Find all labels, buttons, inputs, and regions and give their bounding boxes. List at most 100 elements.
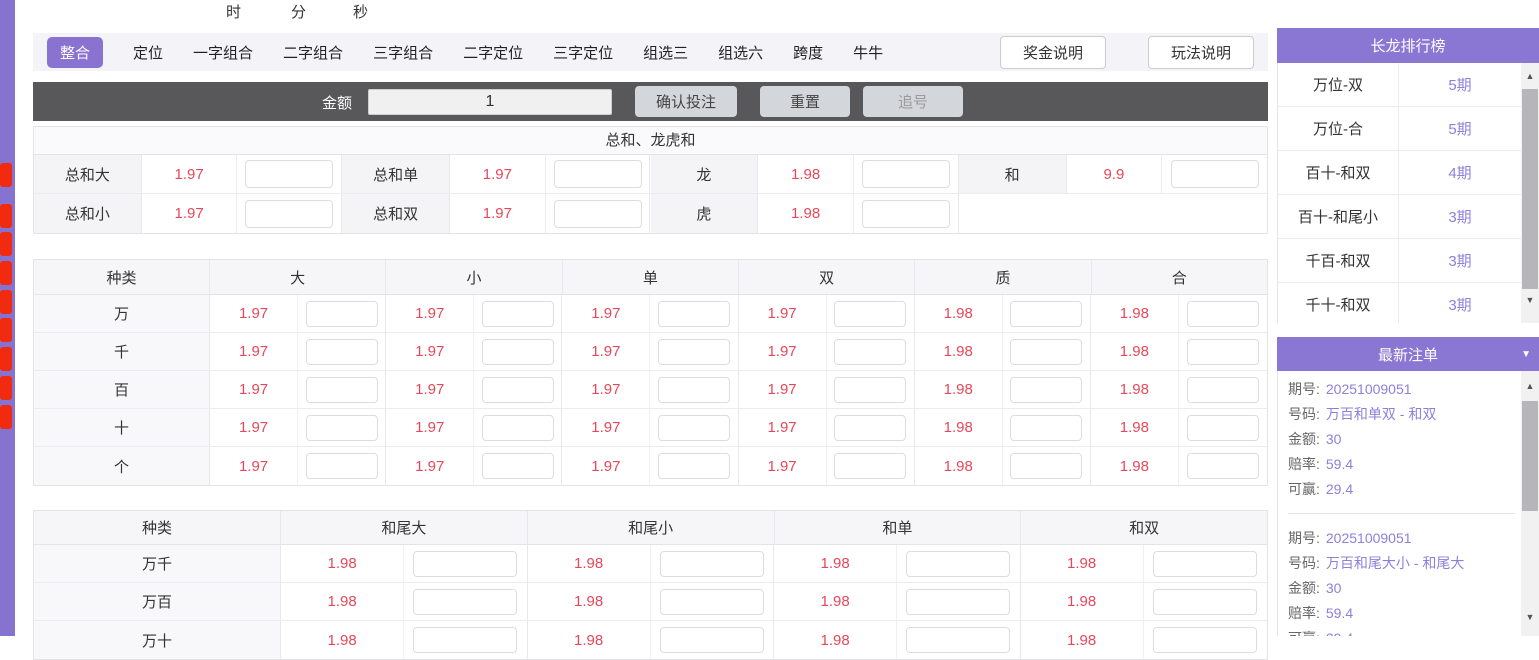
bet-amount-input[interactable]	[306, 301, 378, 327]
bet-amount-input[interactable]	[1010, 377, 1082, 403]
bet-amount-input[interactable]	[1187, 415, 1259, 441]
latest-bets-header: 最新注单 ▼	[1277, 337, 1539, 371]
bet-amount-input[interactable]	[834, 415, 906, 441]
bet-amount-input[interactable]	[658, 377, 730, 403]
bet-amount-input[interactable]	[906, 589, 1010, 615]
bet-entry: 期号:20251009051 号码:万百和尾大小 - 和尾大 金额:30 赔率:…	[1288, 526, 1515, 636]
bet-amount-input[interactable]	[306, 415, 378, 441]
ranking-row[interactable]: 百十-和双 4期	[1278, 151, 1521, 195]
bet-amount-input[interactable]	[1187, 377, 1259, 403]
scrollbar-thumb[interactable]	[1522, 401, 1538, 511]
bet-type-label: 总和双	[342, 194, 450, 233]
bet-amount-input[interactable]	[1187, 301, 1259, 327]
tab-erzi-zuhe[interactable]: 二字组合	[283, 42, 343, 63]
bet-amount-input[interactable]	[834, 301, 906, 327]
odds-value: 1.97	[562, 409, 650, 446]
bet-amount-input[interactable]	[245, 160, 333, 188]
tab-zuxuan6[interactable]: 组选六	[718, 42, 763, 63]
bet-amount-input[interactable]	[1153, 627, 1257, 653]
tab-zhenghe[interactable]: 整合	[47, 37, 103, 68]
ranking-row[interactable]: 万位-双 5期	[1278, 63, 1521, 107]
bet-amount-input[interactable]	[862, 160, 950, 188]
ranking-name: 千百-和双	[1278, 239, 1399, 282]
tab-yizi-zuhe[interactable]: 一字组合	[193, 42, 253, 63]
issue-value: 20251009051	[1326, 530, 1412, 546]
chase-number-button[interactable]: 追号	[863, 86, 963, 117]
bet-amount-input[interactable]	[1010, 301, 1082, 327]
bet-amount-input[interactable]	[413, 589, 517, 615]
bet-amount-input[interactable]	[413, 551, 517, 577]
bet-amount-input[interactable]	[658, 301, 730, 327]
issue-label: 期号:	[1288, 381, 1320, 397]
bet-amount-input[interactable]	[906, 627, 1010, 653]
tab-niuniu[interactable]: 牛牛	[853, 42, 883, 63]
prize-info-button[interactable]: 奖金说明	[1000, 36, 1106, 69]
bet-amount-input[interactable]	[834, 377, 906, 403]
bet-amount-input[interactable]	[658, 339, 730, 365]
bet-entry: 期号:20251009051 号码:万百和单双 - 和双 金额:30 赔率:59…	[1288, 377, 1515, 514]
odds-value: 1.97	[739, 409, 827, 446]
bet-amount-input[interactable]	[482, 453, 554, 479]
bet-amount-input[interactable]	[482, 377, 554, 403]
bet-amount-input[interactable]	[660, 627, 764, 653]
odds-value: 1.98	[1021, 621, 1144, 659]
amount-input[interactable]	[368, 89, 612, 115]
bet-amount-input[interactable]	[482, 301, 554, 327]
play-info-button[interactable]: 玩法说明	[1148, 36, 1254, 69]
ranking-scrollbar[interactable]: ▲ ▼	[1521, 63, 1539, 323]
ranking-row[interactable]: 千百-和双 3期	[1278, 239, 1521, 283]
column-header: 和尾小	[528, 511, 775, 544]
scroll-down-icon[interactable]: ▼	[1521, 291, 1539, 309]
ranking-row[interactable]: 百十-和尾小 3期	[1278, 195, 1521, 239]
bet-amount-input[interactable]	[660, 589, 764, 615]
tab-sanzi-dingwei[interactable]: 三字定位	[553, 42, 613, 63]
bet-amount-input[interactable]	[482, 415, 554, 441]
reset-button[interactable]: 重置	[760, 86, 850, 117]
tab-erzi-dingwei[interactable]: 二字定位	[463, 42, 523, 63]
odds-value: 1.97	[386, 409, 474, 446]
bet-amount-input[interactable]	[1153, 589, 1257, 615]
bet-amount-input[interactable]	[1010, 453, 1082, 479]
confirm-bet-button[interactable]: 确认投注	[635, 86, 737, 117]
bet-amount-input[interactable]	[1010, 339, 1082, 365]
red-marker	[0, 318, 12, 342]
bet-amount-input[interactable]	[1010, 415, 1082, 441]
bets-scrollbar[interactable]: ▲ ▼	[1521, 371, 1539, 636]
ranking-name: 百十-和双	[1278, 151, 1399, 194]
tab-dingwei[interactable]: 定位	[133, 42, 163, 63]
bet-amount-input[interactable]	[1187, 339, 1259, 365]
scrollbar-thumb[interactable]	[1522, 89, 1538, 289]
bet-amount-input[interactable]	[554, 160, 642, 188]
ranking-row[interactable]: 千十-和双 3期	[1278, 283, 1521, 323]
bet-amount-input[interactable]	[862, 200, 950, 228]
bet-amount-input[interactable]	[554, 200, 642, 228]
collapse-caret-icon[interactable]: ▼	[1521, 349, 1531, 360]
scroll-up-icon[interactable]: ▲	[1521, 67, 1539, 85]
table-row: 千 1.97 1.97 1.97 1.97 1.98 1.98	[34, 333, 1267, 371]
tab-kuadu[interactable]: 跨度	[793, 42, 823, 63]
amount-value: 30	[1326, 431, 1342, 447]
section-title: 总和、龙虎和	[34, 127, 1267, 155]
bet-amount-input[interactable]	[482, 339, 554, 365]
bet-amount-input[interactable]	[245, 200, 333, 228]
bet-amount-input[interactable]	[834, 339, 906, 365]
bet-amount-input[interactable]	[306, 453, 378, 479]
bet-amount-input[interactable]	[658, 415, 730, 441]
bet-amount-input[interactable]	[660, 551, 764, 577]
bet-amount-input[interactable]	[1153, 551, 1257, 577]
scroll-up-icon[interactable]: ▲	[1521, 377, 1539, 395]
scroll-down-icon[interactable]: ▼	[1521, 608, 1539, 626]
bet-amount-input[interactable]	[306, 377, 378, 403]
bet-amount-input[interactable]	[1171, 160, 1259, 188]
tab-zuxuan3[interactable]: 组选三	[643, 42, 688, 63]
bet-amount-input[interactable]	[306, 339, 378, 365]
tab-sanzi-zuhe[interactable]: 三字组合	[373, 42, 433, 63]
bet-amount-input[interactable]	[658, 453, 730, 479]
ranking-streak: 3期	[1399, 195, 1521, 238]
bet-amount-input[interactable]	[834, 453, 906, 479]
bet-amount-input[interactable]	[413, 627, 517, 653]
bet-amount-input[interactable]	[906, 551, 1010, 577]
ranking-row[interactable]: 万位-合 5期	[1278, 107, 1521, 151]
table-row: 总和小 1.97 总和双 1.97 虎 1.98	[34, 194, 1267, 233]
bet-amount-input[interactable]	[1187, 453, 1259, 479]
